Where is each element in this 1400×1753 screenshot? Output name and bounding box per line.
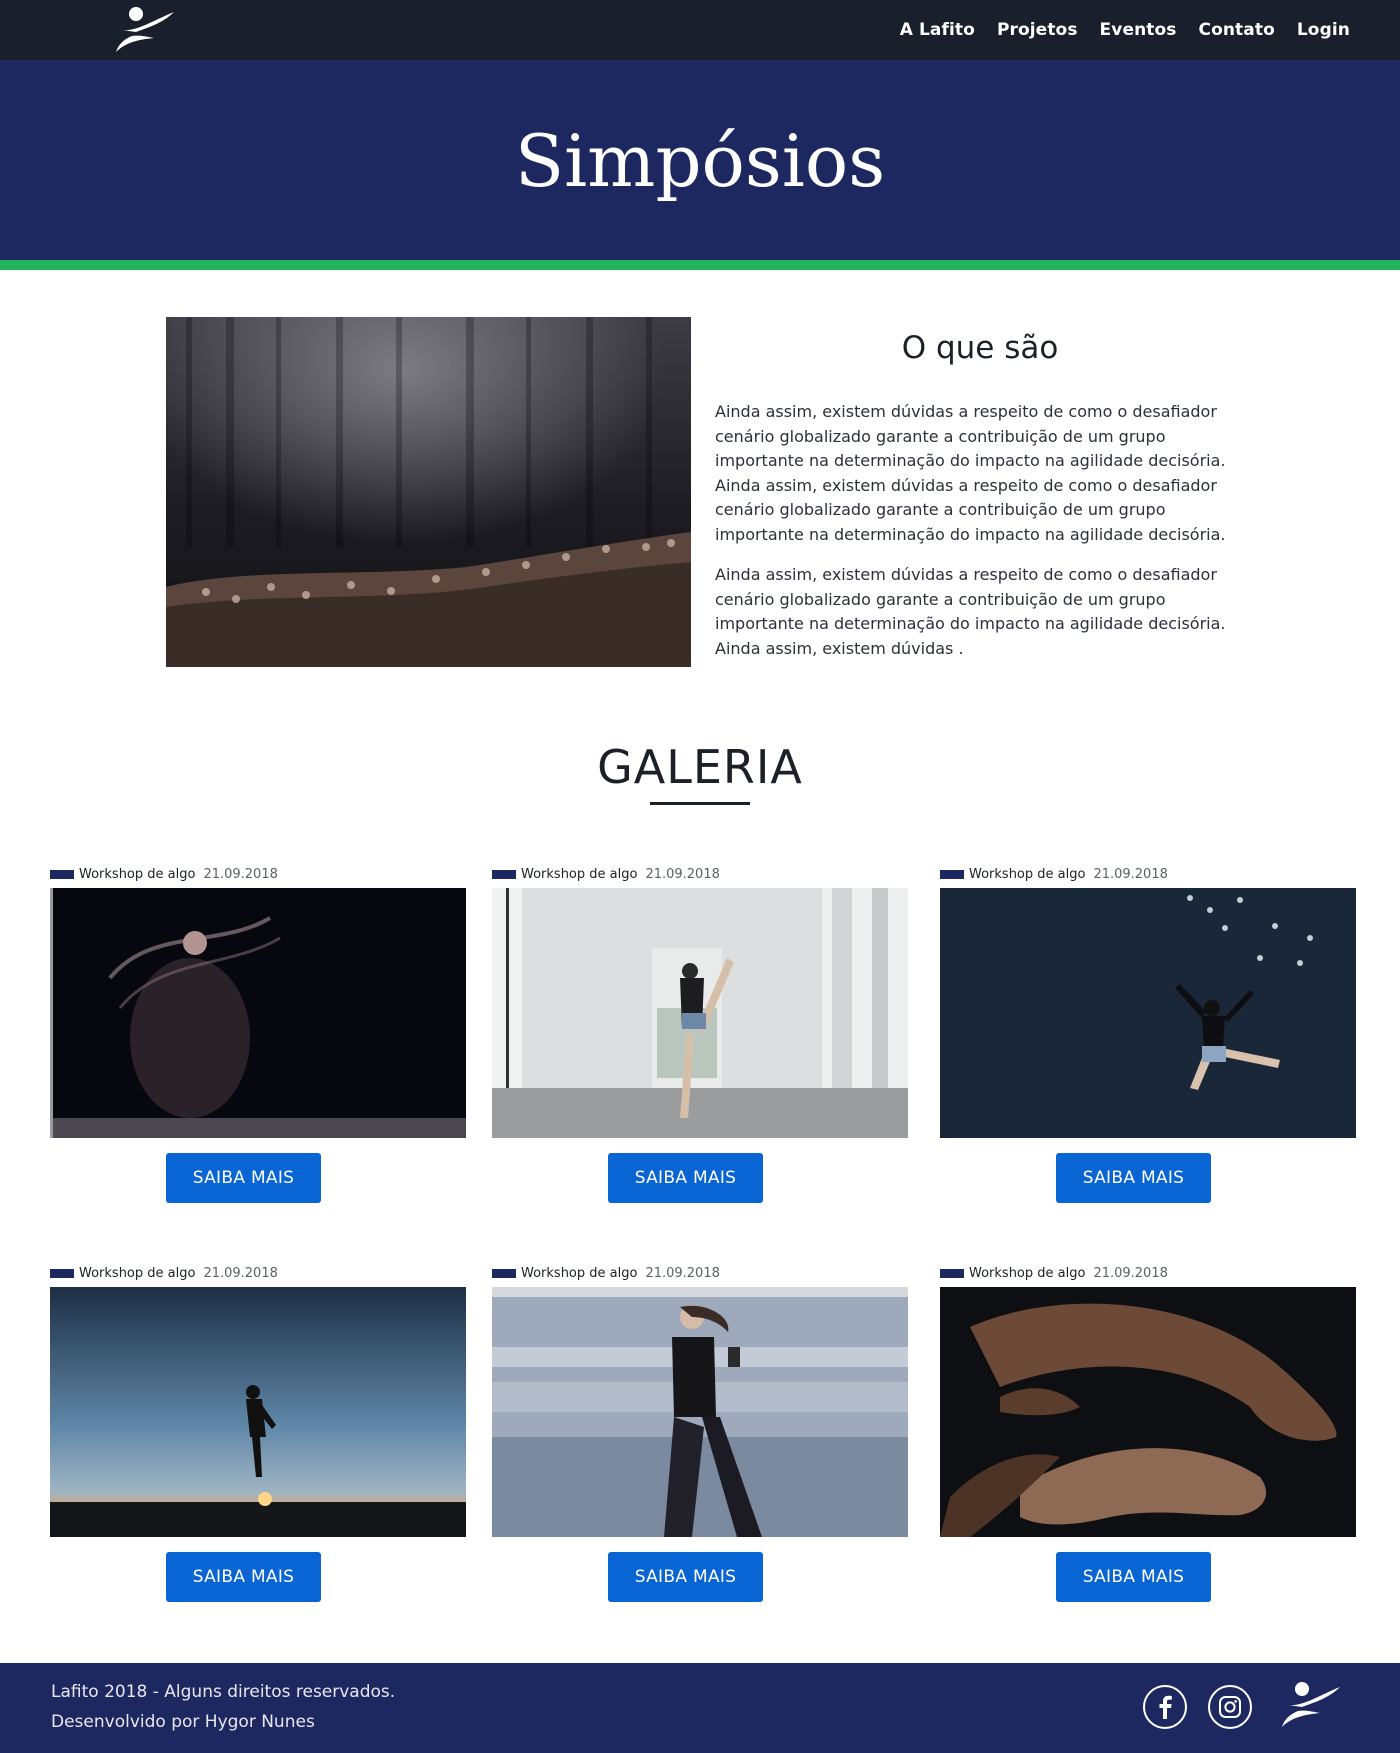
- gallery-underline: [650, 802, 750, 805]
- card-meta: Workshop de algo 21.09.2018: [50, 866, 278, 882]
- card-tag: Workshop de algo: [521, 866, 638, 882]
- flag-icon: [50, 1268, 74, 1278]
- instagram-icon[interactable]: [1208, 1685, 1252, 1729]
- main-nav: A Lafito Projetos Eventos Contato Login: [900, 0, 1350, 60]
- card-meta: Workshop de algo 21.09.2018: [50, 1265, 278, 1281]
- developer-credit: Desenvolvido por Hygor Nunes: [51, 1712, 315, 1732]
- page-title: Simpósios: [514, 119, 886, 203]
- gallery-photo-dancer-motion: [50, 888, 466, 1138]
- card-date: 21.09.2018: [1093, 866, 1168, 882]
- card-tag: Workshop de algo: [969, 866, 1086, 882]
- card-date: 21.09.2018: [645, 866, 720, 882]
- card-tag: Workshop de algo: [79, 1265, 196, 1281]
- gallery-photo-sunset-jump: [50, 1287, 466, 1537]
- flag-icon: [50, 869, 74, 879]
- nav-link-login[interactable]: Login: [1297, 20, 1350, 40]
- nav-link-a-lafito[interactable]: A Lafito: [900, 20, 975, 40]
- footer: Lafito 2018 - Alguns direitos reservados…: [0, 1663, 1400, 1753]
- flag-icon: [492, 869, 516, 879]
- saiba-mais-button[interactable]: SAIBA MAIS: [166, 1552, 321, 1602]
- about-paragraph-1: Ainda assim, existem dúvidas a respeito …: [715, 402, 1226, 544]
- gallery-heading: GALERIA: [597, 740, 803, 794]
- accent-divider: [0, 260, 1400, 270]
- about-heading: O que são: [901, 330, 1059, 366]
- dancer-logo-icon: [1282, 1682, 1340, 1727]
- top-navbar: A Lafito Projetos Eventos Contato Login: [0, 0, 1400, 60]
- saiba-mais-button[interactable]: SAIBA MAIS: [1056, 1552, 1211, 1602]
- nav-link-projetos[interactable]: Projetos: [997, 20, 1078, 40]
- dancer-logo-icon[interactable]: [114, 6, 176, 54]
- gallery-photo-runner: [492, 1287, 908, 1537]
- card-date: 21.09.2018: [203, 866, 278, 882]
- card-meta: Workshop de algo 21.09.2018: [492, 1265, 720, 1281]
- copyright-text: Lafito 2018 - Alguns direitos reservados…: [51, 1682, 396, 1702]
- flag-icon: [492, 1268, 516, 1278]
- gallery-photo-dancer-jump-dark: [940, 888, 1356, 1138]
- gallery-photo-feet-hands: [940, 1287, 1356, 1537]
- hero-banner: Simpósios: [0, 60, 1400, 260]
- nav-link-contato[interactable]: Contato: [1199, 20, 1275, 40]
- card-meta: Workshop de algo 21.09.2018: [940, 1265, 1168, 1281]
- about-paragraph-2: Ainda assim, existem dúvidas a respeito …: [715, 565, 1226, 658]
- card-date: 21.09.2018: [1093, 1265, 1168, 1281]
- flag-icon: [940, 869, 964, 879]
- saiba-mais-button[interactable]: SAIBA MAIS: [166, 1153, 321, 1203]
- card-date: 21.09.2018: [203, 1265, 278, 1281]
- flag-icon: [940, 1268, 964, 1278]
- nav-link-eventos[interactable]: Eventos: [1100, 20, 1177, 40]
- facebook-icon[interactable]: [1143, 1685, 1187, 1729]
- saiba-mais-button[interactable]: SAIBA MAIS: [608, 1552, 763, 1602]
- card-tag: Workshop de algo: [79, 866, 196, 882]
- saiba-mais-button[interactable]: SAIBA MAIS: [608, 1153, 763, 1203]
- audience-photo: [166, 317, 691, 667]
- card-tag: Workshop de algo: [969, 1265, 1086, 1281]
- card-date: 21.09.2018: [645, 1265, 720, 1281]
- card-meta: Workshop de algo 21.09.2018: [492, 866, 720, 882]
- card-tag: Workshop de algo: [521, 1265, 638, 1281]
- gallery-photo-dancer-hallway: [492, 888, 908, 1138]
- card-meta: Workshop de algo 21.09.2018: [940, 866, 1168, 882]
- saiba-mais-button[interactable]: SAIBA MAIS: [1056, 1153, 1211, 1203]
